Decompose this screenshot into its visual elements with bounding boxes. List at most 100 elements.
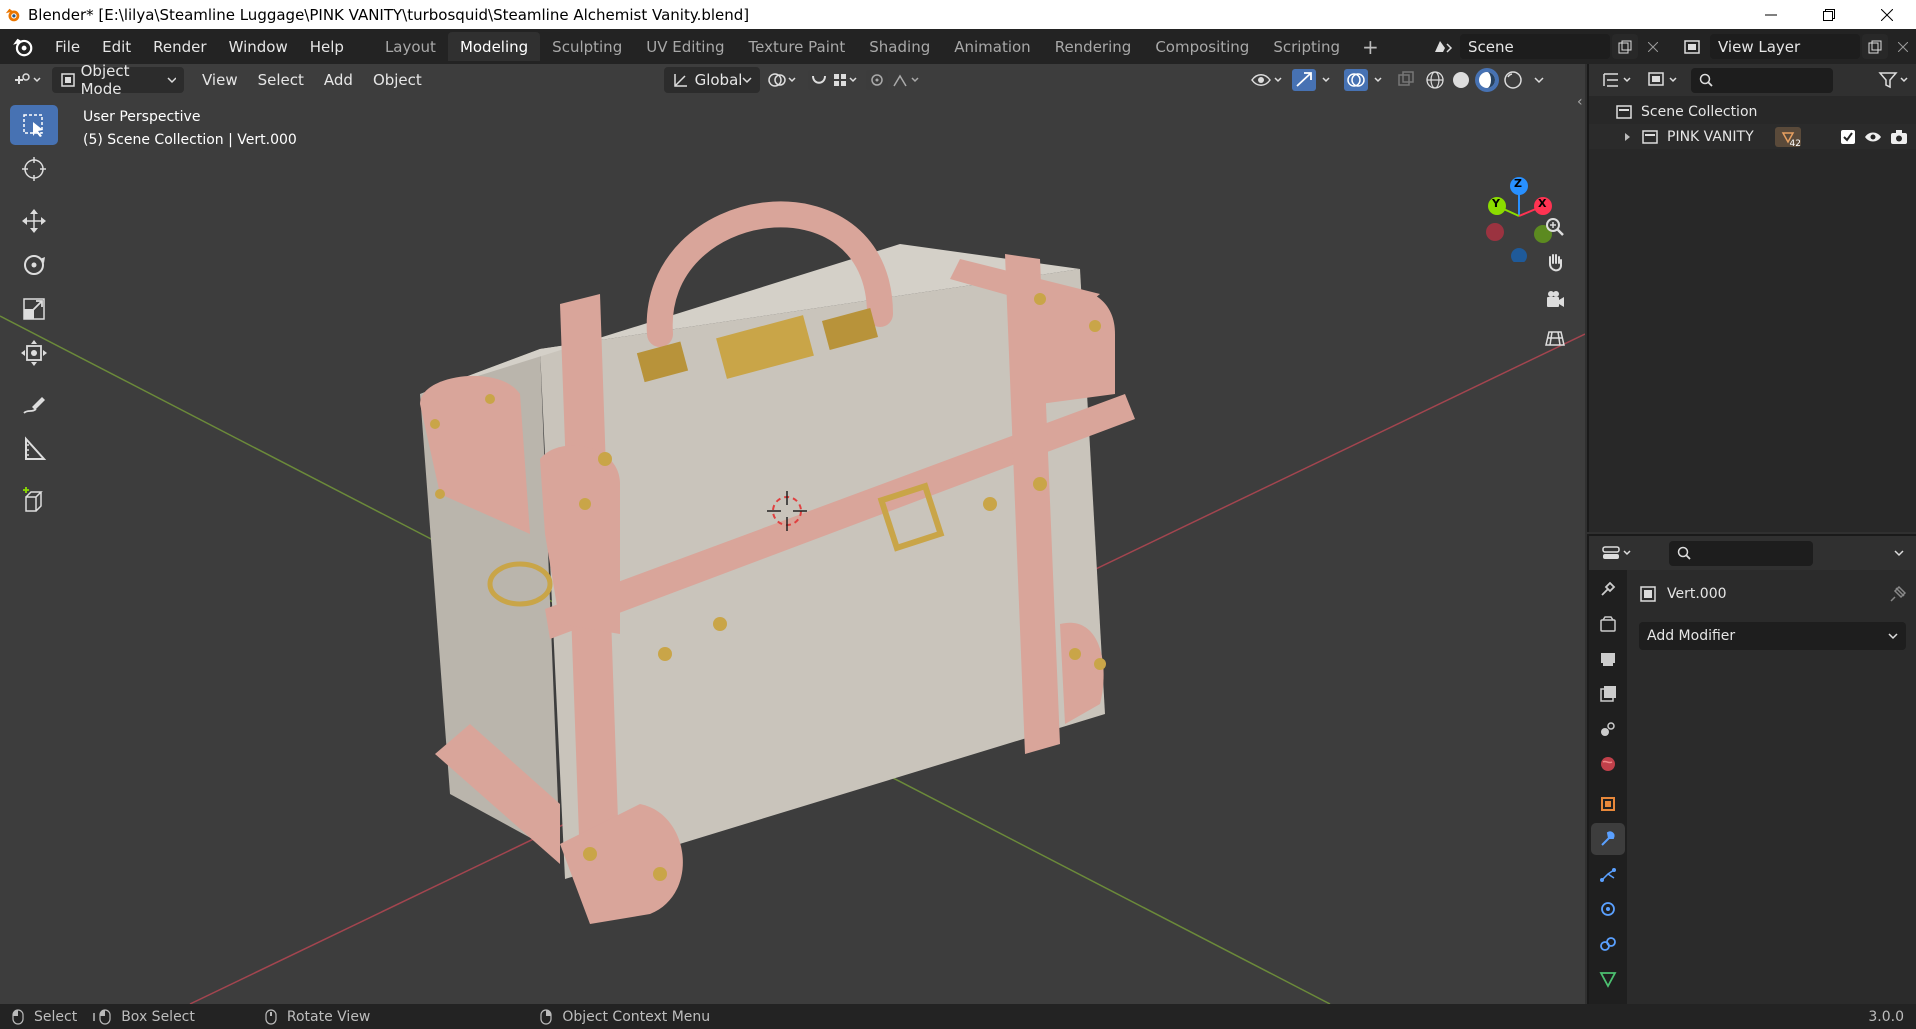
object-name: Vert.000 [1667, 586, 1727, 602]
tab-rendering[interactable]: Rendering [1043, 32, 1144, 61]
blender-logo-icon[interactable] [10, 34, 36, 60]
menu-select[interactable]: Select [248, 67, 314, 93]
checkbox-icon[interactable] [1840, 129, 1856, 145]
properties-search-input[interactable] [1669, 540, 1813, 566]
view-perspective-label: User Perspective [83, 109, 201, 125]
pan-hand-icon[interactable] [1538, 246, 1572, 280]
eye-icon[interactable] [1864, 130, 1882, 144]
gizmo-toggle[interactable] [1288, 67, 1340, 93]
3d-viewport[interactable]: User Perspective (5) Scene Collection | … [0, 64, 1585, 1004]
properties-options-chevron-icon[interactable] [1894, 548, 1904, 558]
tree-row-pink-vanity[interactable]: PINK VANITY 42 [1589, 124, 1916, 149]
tab-animation[interactable]: Animation [942, 32, 1042, 61]
select-box-tool[interactable] [10, 105, 58, 145]
view-layer-tab-icon[interactable] [1591, 678, 1625, 710]
camera-view-icon[interactable] [1538, 283, 1572, 317]
menu-add[interactable]: Add [314, 67, 363, 93]
camera-icon[interactable] [1890, 129, 1908, 145]
new-view-layer-button[interactable] [1862, 34, 1888, 59]
properties-panel: Vert.000 Add Modifier [1587, 534, 1916, 1006]
outliner-search-input[interactable] [1691, 67, 1833, 93]
scale-tool[interactable] [10, 289, 58, 329]
eye-icon [1250, 74, 1282, 86]
move-tool[interactable] [10, 201, 58, 241]
visibility-dropdown[interactable] [1246, 67, 1288, 93]
xray-toggle[interactable] [1392, 67, 1422, 93]
tab-scripting[interactable]: Scripting [1261, 32, 1352, 61]
editor-type-button[interactable] [0, 67, 48, 93]
object-tab-icon[interactable] [1591, 788, 1625, 820]
filter-button[interactable] [1874, 67, 1916, 93]
properties-tabs [1589, 570, 1627, 1006]
delete-scene-button[interactable] [1640, 34, 1666, 59]
wireframe-shading-icon[interactable] [1423, 68, 1447, 92]
render-tab-icon[interactable] [1591, 608, 1625, 640]
outliner-editor-type-button[interactable] [1595, 67, 1641, 93]
properties-editor-type-button[interactable] [1595, 540, 1641, 566]
tool-tab-icon[interactable] [1591, 573, 1625, 605]
object-name-row: Vert.000 [1639, 580, 1906, 608]
tab-texture-paint[interactable]: Texture Paint [736, 32, 857, 61]
view-layer-icon[interactable] [1676, 39, 1710, 55]
close-button[interactable] [1858, 0, 1916, 29]
menu-render[interactable]: Render [142, 29, 217, 64]
y-axis-label: Y [1492, 197, 1500, 210]
outliner-collapse-chevron-icon[interactable]: ‹ [1577, 94, 1583, 110]
chevron-down-icon [1888, 633, 1898, 640]
new-scene-button[interactable] [1612, 34, 1638, 59]
scene-name-field[interactable]: Scene [1460, 34, 1610, 59]
output-tab-icon[interactable] [1591, 643, 1625, 675]
tab-layout[interactable]: Layout [373, 32, 448, 61]
tab-uv-editing[interactable]: UV Editing [634, 32, 736, 61]
annotate-tool[interactable] [10, 385, 58, 425]
minimize-button[interactable] [1742, 0, 1800, 29]
transform-orientation-dropdown[interactable]: Global [663, 67, 760, 93]
menu-edit[interactable]: Edit [91, 29, 142, 64]
overlays-toggle[interactable] [1340, 67, 1392, 93]
pivot-point-button[interactable] [760, 67, 804, 93]
scene-icon[interactable] [1426, 38, 1460, 56]
add-cube-tool[interactable] [10, 481, 58, 521]
view-layer-field[interactable]: View Layer [1710, 34, 1860, 59]
top-menu-bar: File Edit Render Window Help Layout Mode… [0, 29, 1916, 64]
tree-row-scene-collection[interactable]: Scene Collection [1589, 99, 1916, 124]
tab-sculpting[interactable]: Sculpting [540, 32, 634, 61]
transform-tool[interactable] [10, 333, 58, 373]
add-workspace-button[interactable]: + [1352, 35, 1389, 59]
cursor-tool[interactable] [10, 149, 58, 189]
mode-dropdown[interactable]: Object Mode [52, 62, 184, 98]
rotate-tool[interactable] [10, 245, 58, 285]
mode-label: Object Mode [80, 62, 130, 98]
modifier-tab-icon[interactable] [1591, 823, 1625, 855]
zoom-icon[interactable] [1538, 210, 1572, 244]
tab-compositing[interactable]: Compositing [1143, 32, 1261, 61]
rendered-shading-icon[interactable] [1501, 68, 1525, 92]
status-select: Select [12, 1009, 77, 1025]
pin-icon[interactable] [1890, 586, 1906, 602]
tab-shading[interactable]: Shading [857, 32, 942, 61]
measure-tool[interactable] [10, 429, 58, 469]
data-tab-icon[interactable] [1591, 963, 1625, 995]
snap-toggle[interactable] [804, 67, 862, 93]
viewport-scene [0, 201, 1585, 1004]
delete-view-layer-button[interactable] [1890, 34, 1916, 59]
proportional-edit-toggle[interactable] [862, 67, 926, 93]
menu-object[interactable]: Object [363, 67, 432, 93]
menu-window[interactable]: Window [218, 29, 299, 64]
particles-tab-icon[interactable] [1591, 858, 1625, 890]
scene-tab-icon[interactable] [1591, 713, 1625, 745]
shading-options-chevron-icon[interactable] [1527, 68, 1551, 92]
constraints-tab-icon[interactable] [1591, 928, 1625, 960]
menu-help[interactable]: Help [299, 29, 355, 64]
world-tab-icon[interactable] [1591, 748, 1625, 780]
restore-button[interactable] [1800, 0, 1858, 29]
add-modifier-dropdown[interactable]: Add Modifier [1639, 622, 1906, 650]
display-mode-button[interactable] [1641, 67, 1687, 93]
tab-modeling[interactable]: Modeling [447, 32, 541, 61]
solid-shading-icon[interactable] [1449, 68, 1473, 92]
menu-view[interactable]: View [192, 67, 248, 93]
material-preview-shading-icon[interactable] [1474, 68, 1499, 92]
physics-tab-icon[interactable] [1591, 893, 1625, 925]
menu-file[interactable]: File [44, 29, 91, 64]
ortho-grid-icon[interactable] [1538, 321, 1572, 355]
